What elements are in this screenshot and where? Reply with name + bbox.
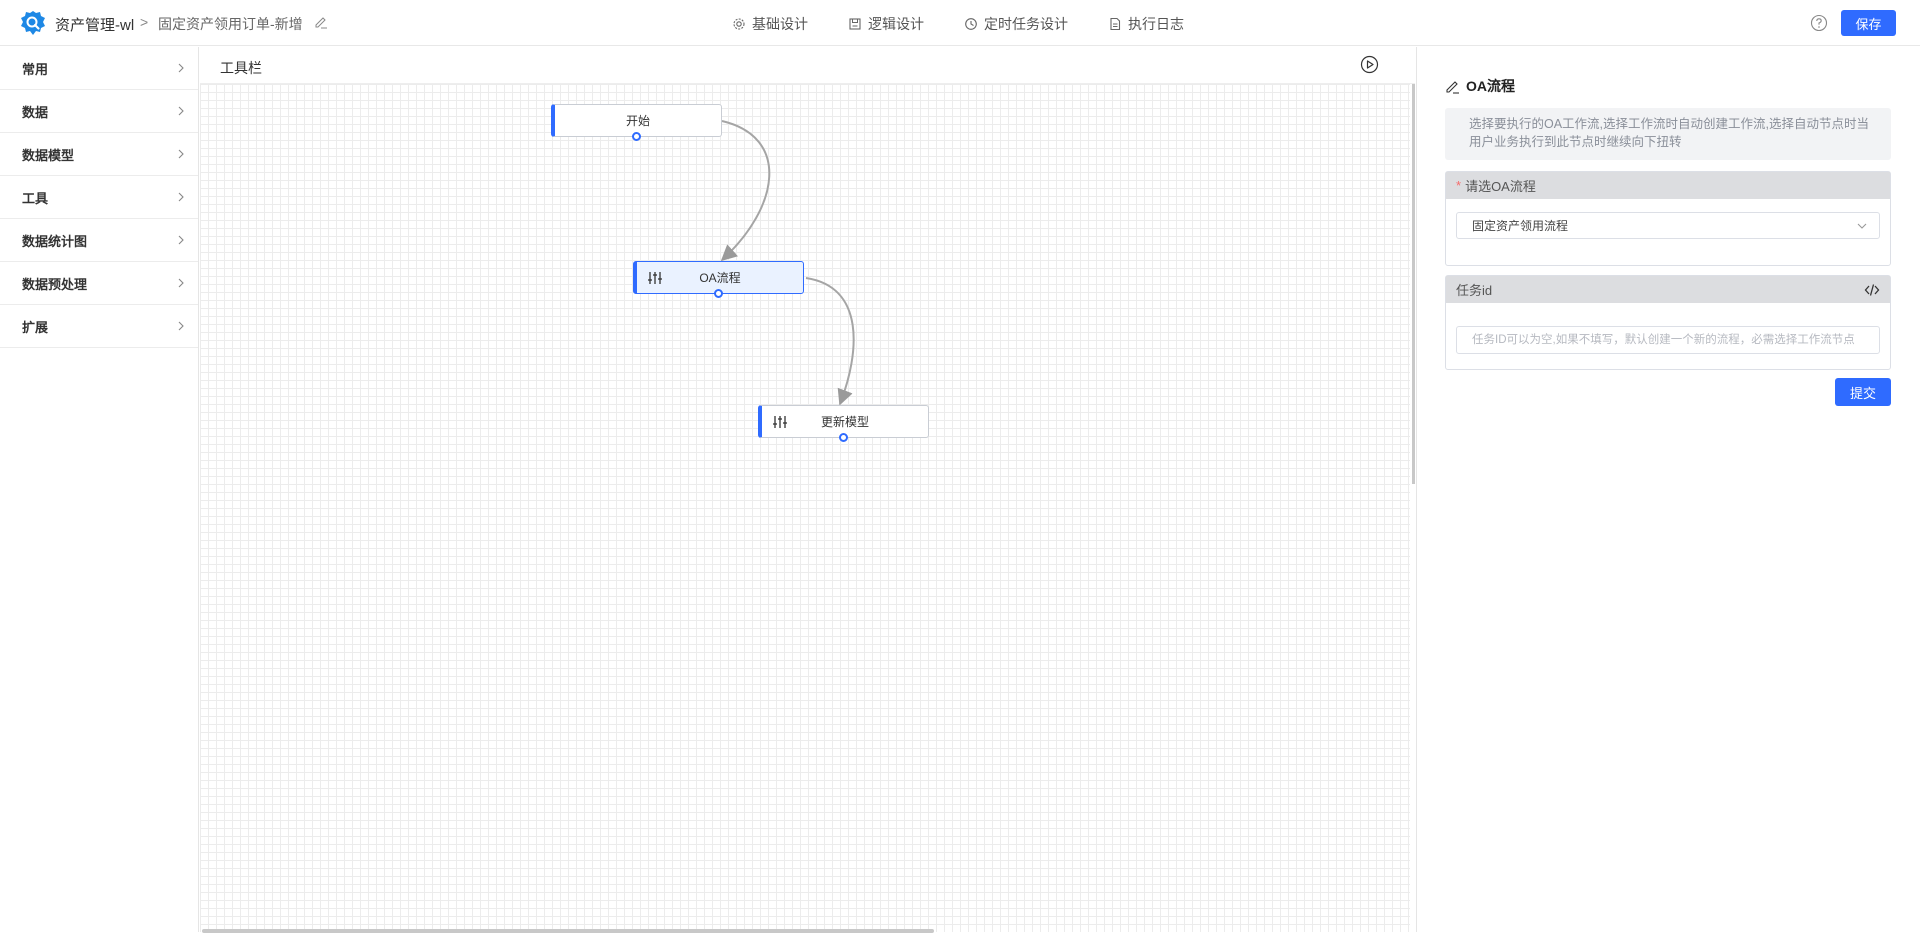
gear-icon (733, 18, 745, 30)
node-label: 更新模型 (820, 415, 869, 429)
chevron-right-icon (178, 192, 184, 202)
chevron-right-icon (178, 278, 184, 288)
task-id-field: 任务id (1445, 275, 1891, 370)
sidebar-item-data[interactable]: 数据 (0, 90, 198, 133)
required-mark: * (1456, 178, 1462, 193)
tab-label: 基础设计 (752, 16, 808, 32)
chevron-right-icon (178, 321, 184, 331)
top-header: 资产管理-wl > 固定资产领用订单-新增 基础设计 逻辑设计 定时任务设计 执… (0, 0, 1920, 46)
canvas-toolbar: 工具栏 (200, 47, 1415, 84)
toolbar-label: 工具栏 (220, 60, 262, 76)
sidebar-item-label: 数据 (22, 104, 49, 120)
sliders-icon (648, 272, 662, 284)
node-label: 开始 (625, 114, 650, 128)
node-output-port[interactable] (632, 132, 641, 141)
tab-execution-log[interactable]: 执行日志 (1108, 14, 1184, 34)
breadcrumb-separator: > (140, 14, 149, 30)
properties-panel: OA流程 选择要执行的OA工作流,选择工作流时自动创建工作流,选择自动节点时当用… (1416, 47, 1920, 932)
component-sidebar: 常用 数据 数据模型 工具 数据统计图 数据预处理 扩展 (0, 47, 199, 932)
help-icon[interactable] (1810, 14, 1828, 32)
edit-icon (1446, 80, 1459, 94)
node-label: OA流程 (699, 271, 741, 285)
oa-process-select[interactable]: 固定资产领用流程 (1456, 212, 1880, 239)
app-logo-icon (21, 11, 45, 35)
tab-basic-design[interactable]: 基础设计 (732, 14, 808, 34)
canvas-grid[interactable] (200, 84, 1410, 932)
sidebar-item-data-model[interactable]: 数据模型 (0, 133, 198, 176)
save-button[interactable]: 保存 (1841, 10, 1896, 36)
node-output-port[interactable] (714, 289, 723, 298)
oa-process-field: * 请选OA流程 固定资产领用流程 (1445, 171, 1891, 266)
chevron-right-icon (178, 149, 184, 159)
task-id-input[interactable] (1456, 326, 1880, 354)
sidebar-item-label: 扩展 (22, 319, 49, 335)
field-label: 任务id (1456, 283, 1493, 298)
field-label: 请选OA流程 (1465, 179, 1536, 194)
vertical-scrollbar[interactable] (1412, 84, 1415, 484)
sidebar-item-tools[interactable]: 工具 (0, 176, 198, 219)
page-title: 固定资产领用订单-新增 (158, 16, 303, 32)
node-output-port[interactable] (839, 433, 848, 442)
sidebar-item-preprocessing[interactable]: 数据预处理 (0, 262, 198, 305)
file-icon (1110, 17, 1121, 31)
chevron-right-icon (178, 63, 184, 73)
sidebar-item-label: 工具 (22, 190, 49, 206)
tab-label: 定时任务设计 (984, 16, 1068, 32)
tab-label: 执行日志 (1128, 16, 1184, 32)
panel-description: 选择要执行的OA工作流,选择工作流时自动创建工作流,选择自动节点时当用户业务执行… (1445, 108, 1891, 160)
sidebar-item-label: 数据预处理 (22, 276, 88, 292)
tab-logic-design[interactable]: 逻辑设计 (848, 14, 924, 34)
sliders-icon (773, 416, 787, 428)
code-icon[interactable] (1864, 282, 1880, 298)
clock-icon (965, 18, 977, 30)
tab-scheduled-task-design[interactable]: 定时任务设计 (964, 14, 1068, 34)
tab-label: 逻辑设计 (868, 16, 924, 32)
submit-button[interactable]: 提交 (1835, 378, 1891, 406)
field-header: * 请选OA流程 (1446, 172, 1890, 199)
chevron-down-icon (1857, 223, 1867, 229)
play-icon[interactable] (1360, 55, 1379, 74)
edit-icon[interactable] (314, 15, 328, 29)
sidebar-item-label: 数据模型 (22, 147, 75, 163)
flow-canvas-area: 工具栏 开始 OA流程 更新模型 (200, 47, 1415, 933)
field-header: 任务id (1446, 276, 1890, 303)
sidebar-item-label: 数据统计图 (22, 233, 88, 249)
sidebar-item-label: 常用 (22, 61, 49, 77)
chevron-right-icon (178, 235, 184, 245)
panel-title: OA流程 (1445, 76, 1515, 96)
sidebar-item-common[interactable]: 常用 (0, 47, 198, 90)
panel-title-text: OA流程 (1466, 78, 1515, 94)
horizontal-scrollbar[interactable] (202, 929, 934, 933)
sidebar-item-statistics-chart[interactable]: 数据统计图 (0, 219, 198, 262)
sidebar-item-extensions[interactable]: 扩展 (0, 305, 198, 348)
select-value: 固定资产领用流程 (1472, 219, 1569, 233)
save-doc-icon (849, 18, 861, 30)
app-title[interactable]: 资产管理-wl (55, 14, 134, 35)
chevron-right-icon (178, 106, 184, 116)
